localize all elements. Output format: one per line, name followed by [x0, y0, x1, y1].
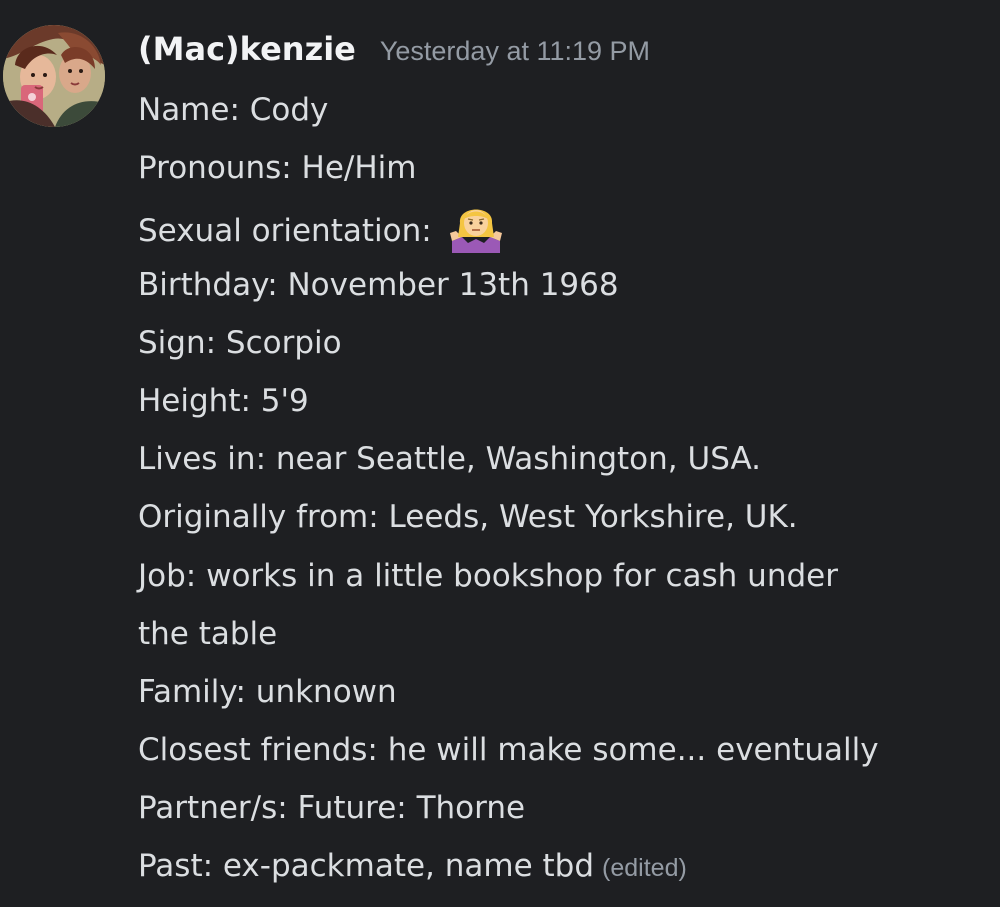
user-avatar[interactable]: [3, 25, 105, 127]
line-sign: Sign: Scorpio: [138, 324, 342, 361]
line-name: Name: Cody: [138, 92, 329, 128]
past-text: Past: ex-packmate, name tbd: [138, 848, 595, 885]
line-past: Past: ex-packmate, name tbd (edited): [138, 837, 988, 895]
line-birthday: Birthday: November 13th 1968: [138, 266, 619, 303]
line-height: Height: 5'9: [138, 382, 309, 419]
line-originally-from: Originally from: Leeds, West Yorkshire, …: [138, 499, 798, 536]
edited-label[interactable]: (edited): [602, 854, 687, 882]
chat-message: (Mac)kenzie Yesterday at 11:19 PM Name: …: [0, 0, 1000, 907]
message-header: (Mac)kenzie Yesterday at 11:19 PM: [138, 30, 650, 80]
line-pronouns: Pronouns: He/Him: [138, 150, 417, 187]
line-orientation: Sexual orientation:: [138, 197, 988, 255]
line-family: Family: unknown: [138, 673, 397, 710]
avatar-illustration-icon: [3, 25, 105, 127]
message-content: Name: Cody Pronouns: He/Him Sexual orien…: [138, 81, 988, 896]
shrug-emoji-icon[interactable]: [448, 197, 504, 254]
username[interactable]: (Mac)kenzie: [138, 30, 356, 68]
line-job-2: the table: [138, 615, 278, 652]
line-closest-friends: Closest friends: he will make some... ev…: [138, 732, 879, 769]
orientation-label: Sexual orientation:: [138, 213, 432, 250]
line-lives-in: Lives in: near Seattle, Washington, USA.: [138, 441, 761, 478]
line-partners: Partner/s: Future: Thorne: [138, 790, 526, 827]
line-job-1: Job: works in a little bookshop for cash…: [138, 557, 838, 594]
message-timestamp[interactable]: Yesterday at 11:19 PM: [380, 36, 650, 67]
